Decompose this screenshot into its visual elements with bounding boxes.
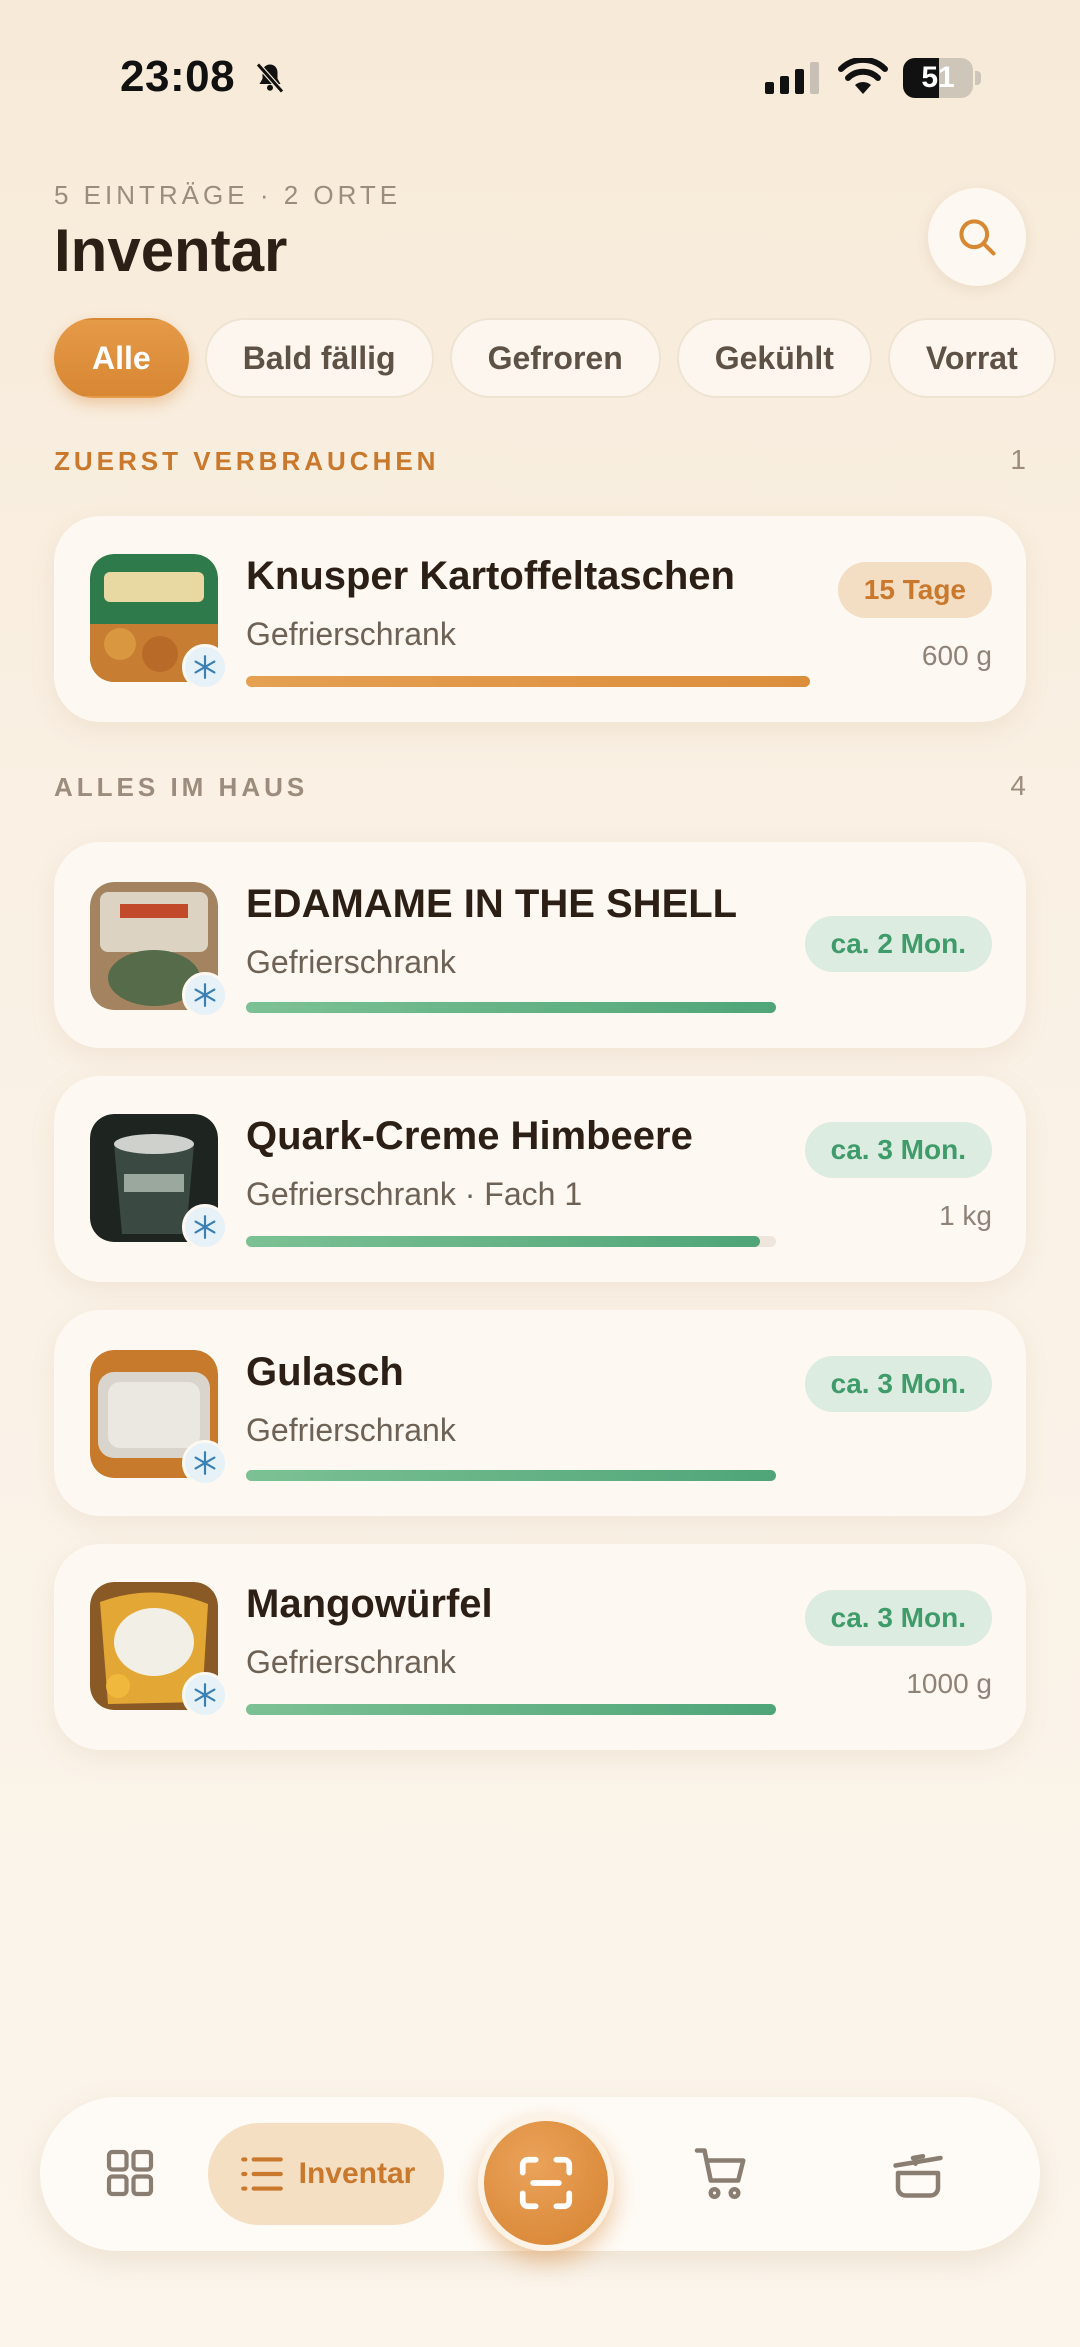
item-location: Gefrierschrank: [246, 1644, 456, 1680]
freshness-bar-fill: [246, 676, 810, 687]
section-count-all-items: 4: [1010, 770, 1026, 801]
snowflake-icon: [182, 1440, 228, 1486]
freshness-bar: [246, 1470, 776, 1481]
expiry-badge: ca. 2 Mon.: [804, 916, 992, 972]
nav-shopping[interactable]: [680, 2131, 764, 2215]
battery-indicator: 51: [903, 58, 981, 98]
inventory-item-card[interactable]: EDAMAME IN THE SHELL Gefrierschrank ca. …: [54, 842, 1026, 1048]
item-name: Knusper Kartoffeltaschen: [246, 554, 735, 598]
filter-chip-bald-faellig[interactable]: Bald fällig: [204, 318, 434, 398]
inventory-item-card[interactable]: Quark-Creme Himbeere Gefrierschrank · Fa…: [54, 1076, 1026, 1282]
grid-icon: [106, 2149, 154, 2197]
inventory-item-card[interactable]: Mangowürfel Gefrierschrank ca. 3 Mon. 10…: [54, 1544, 1026, 1750]
freshness-bar-fill: [246, 1236, 761, 1247]
snowflake-icon: [182, 1204, 228, 1250]
item-thumbnail: [90, 1114, 228, 1250]
inventory-summary: 5 EINTRÄGE · 2 ORTE: [54, 180, 402, 210]
status-time: 23:08: [120, 52, 236, 101]
item-thumbnail: [90, 1582, 228, 1718]
item-quantity: 1000 g: [906, 1668, 992, 1699]
search-icon: [959, 219, 996, 256]
section-label-use-first: ZUERST VERBRAUCHEN: [54, 446, 440, 476]
battery-percent: 51: [921, 61, 955, 94]
cart-icon: [694, 2148, 746, 2199]
expiry-badge: ca. 3 Mon.: [804, 1122, 992, 1178]
inventory-item-card[interactable]: Knusper Kartoffeltaschen Gefrierschrank …: [54, 516, 1026, 722]
nav-dashboard[interactable]: [90, 2133, 170, 2213]
item-location: Gefrierschrank: [246, 944, 456, 980]
expiry-badge: 15 Tage: [837, 562, 992, 618]
nav-inventory-label: Inventar: [298, 2157, 416, 2190]
freshness-bar: [246, 1236, 776, 1247]
filter-chip-vorrat[interactable]: Vorrat: [887, 318, 1056, 398]
freshness-bar-fill: [246, 1470, 776, 1481]
filter-chip-gefroren[interactable]: Gefroren: [449, 318, 661, 398]
item-name: Gulasch: [246, 1350, 404, 1394]
wifi-icon: [838, 58, 888, 94]
search-button[interactable]: [928, 188, 1026, 286]
scan-icon: [519, 2156, 573, 2210]
snowflake-icon: [182, 972, 228, 1018]
item-name: Mangowürfel: [246, 1582, 493, 1626]
snowflake-icon: [182, 644, 228, 690]
filter-chip-gekuehlt[interactable]: Gekühlt: [676, 318, 872, 398]
filter-chip-alle[interactable]: Alle: [54, 318, 189, 398]
freshness-bar-fill: [246, 1002, 776, 1013]
item-thumbnail: [90, 554, 228, 690]
item-quantity: 600 g: [921, 640, 992, 671]
item-location: Gefrierschrank · Fach 1: [246, 1176, 583, 1212]
expiry-badge: ca. 3 Mon.: [804, 1590, 992, 1646]
bell-muted-icon: [256, 62, 284, 94]
item-location: Gefrierschrank: [246, 1412, 456, 1448]
freshness-bar-fill: [246, 1704, 776, 1715]
list-icon: [240, 2157, 283, 2191]
cellular-signal-icon: [765, 62, 819, 94]
filter-chips: Alle Bald fällig Gefroren Gekühlt Vorrat: [54, 318, 1056, 402]
item-thumbnail: [90, 882, 228, 1018]
item-name: EDAMAME IN THE SHELL: [246, 882, 738, 926]
page-title: Inventar: [54, 217, 288, 284]
freshness-bar: [246, 1704, 776, 1715]
freshness-bar: [246, 676, 810, 687]
expiry-badge: ca. 3 Mon.: [804, 1356, 992, 1412]
item-location: Gefrierschrank: [246, 616, 456, 652]
item-thumbnail: [90, 1350, 228, 1486]
inventory-item-card[interactable]: Gulasch Gefrierschrank ca. 3 Mon.: [54, 1310, 1026, 1516]
section-label-all-items: ALLES IM HAUS: [54, 772, 309, 802]
freshness-bar: [246, 1002, 776, 1013]
section-count-use-first: 1: [1010, 444, 1026, 475]
item-quantity: 1 kg: [939, 1200, 992, 1231]
nav-inventory[interactable]: Inventar: [208, 2123, 444, 2225]
scan-button[interactable]: [478, 2115, 614, 2251]
snowflake-icon: [182, 1672, 228, 1718]
pot-icon: [893, 2154, 943, 2198]
item-name: Quark-Creme Himbeere: [246, 1114, 693, 1158]
nav-cooking[interactable]: [876, 2131, 960, 2215]
bottom-navigation: Inventar: [40, 2097, 1040, 2251]
